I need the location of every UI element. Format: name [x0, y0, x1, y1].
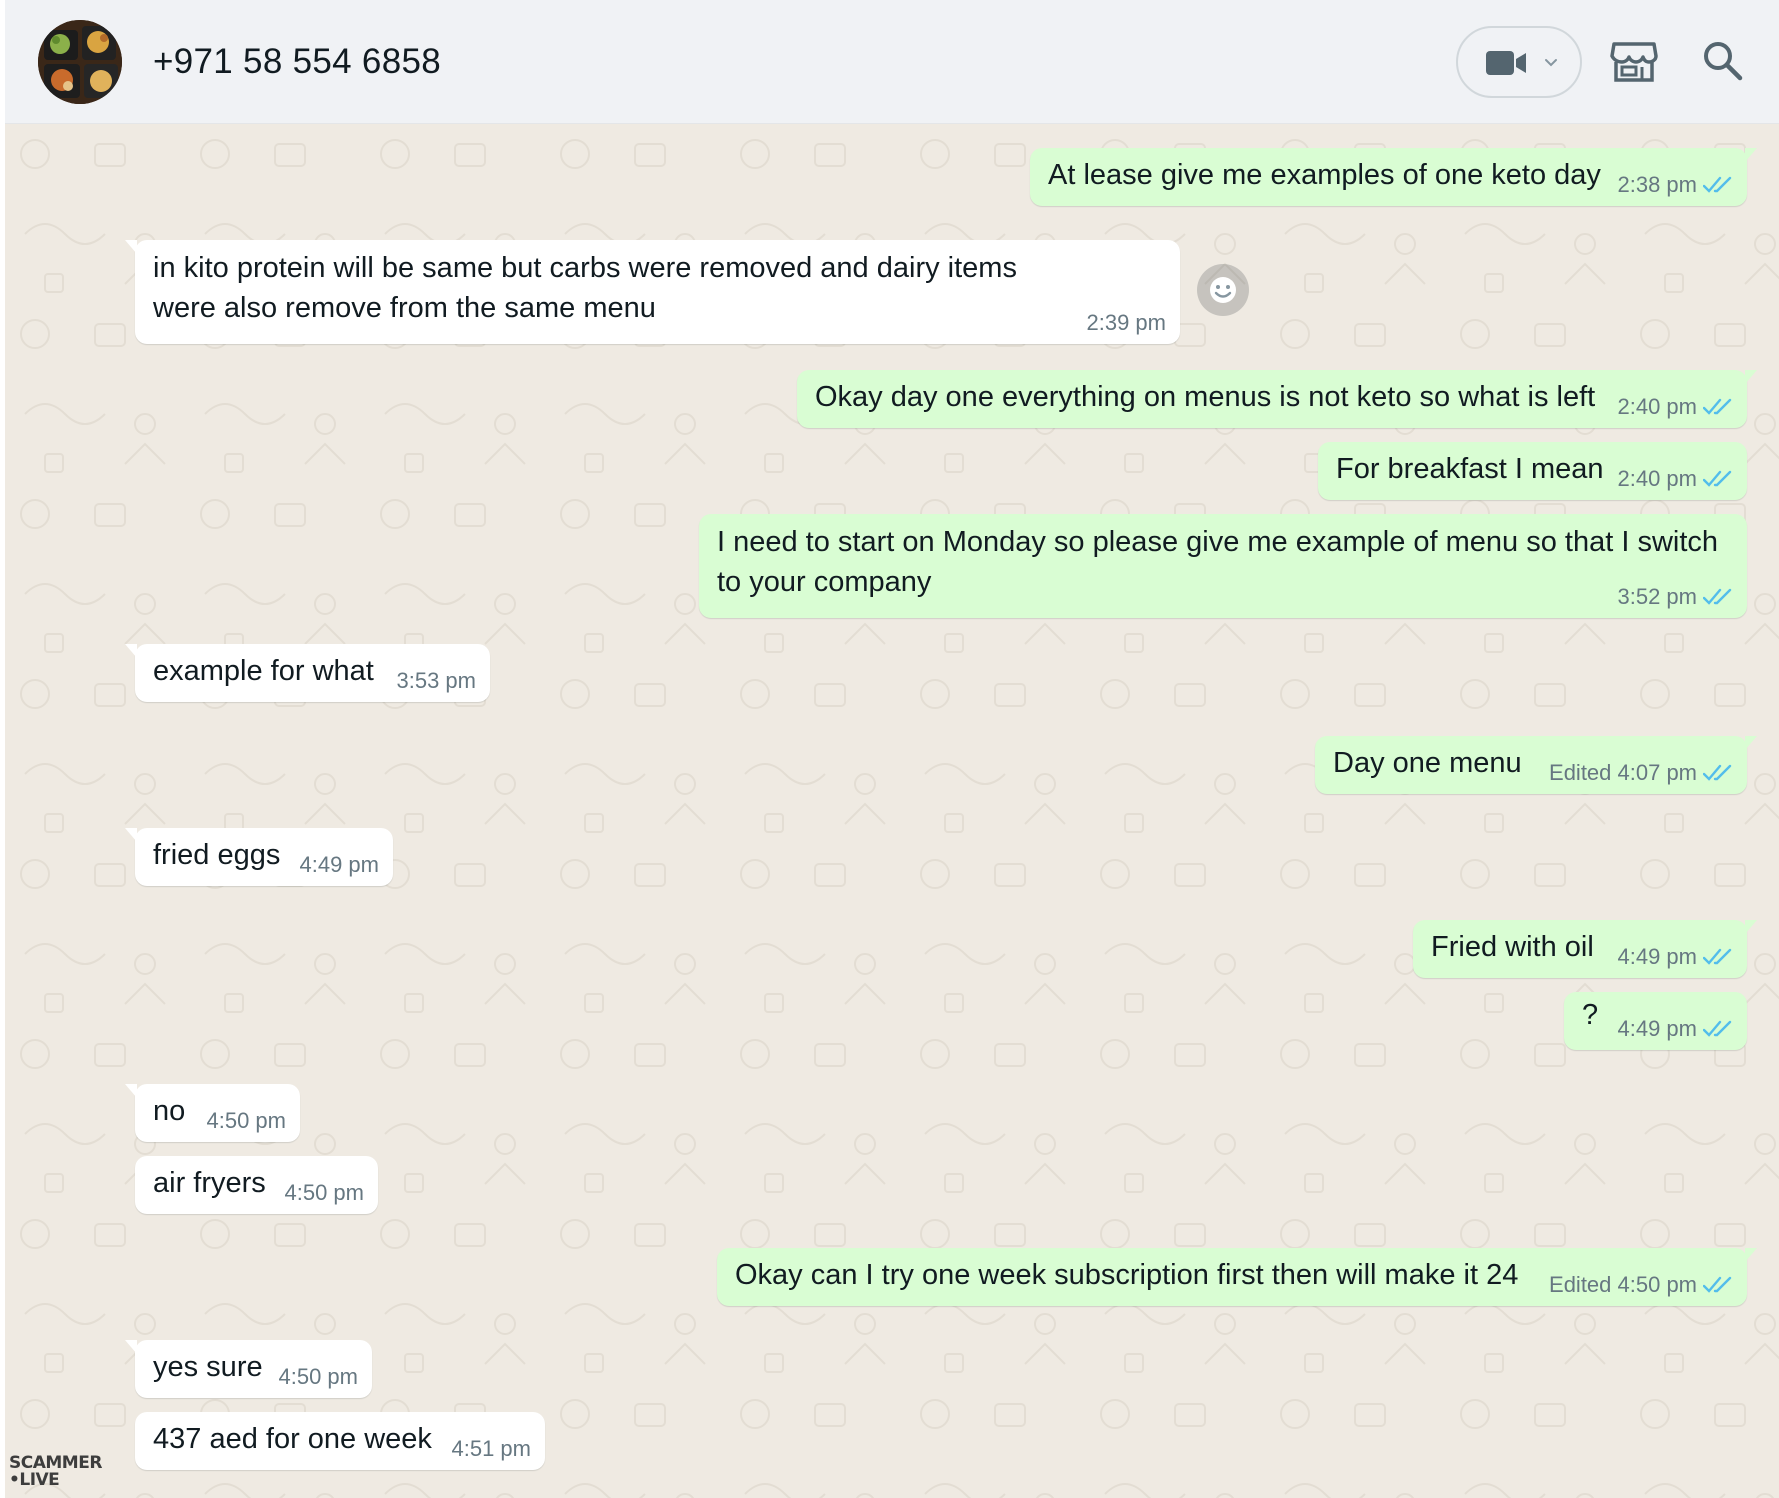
- chat-header: +971 58 554 6858: [5, 0, 1779, 124]
- read-receipt-icon: [1703, 398, 1732, 415]
- message-text: Day one menu: [1333, 747, 1522, 779]
- video-call-icon: [1486, 51, 1526, 75]
- message-time: 2:38 pm: [1617, 172, 1698, 197]
- message-text: ?: [1582, 999, 1599, 1031]
- message-text: yes sure: [153, 1351, 263, 1383]
- message-text: Okay can I try one week subscription fir…: [735, 1259, 1519, 1291]
- message-time: 2:40 pm: [1617, 466, 1698, 491]
- message-text: At lease give me examples of one keto da…: [1048, 159, 1601, 191]
- bubble-tail: [1745, 370, 1757, 384]
- message-time: 4:50 pm: [284, 1180, 365, 1205]
- message-outgoing[interactable]: For breakfast I mean 2:40 pm: [1318, 442, 1747, 500]
- message-outgoing[interactable]: ? 4:49 pm: [1564, 992, 1747, 1050]
- message-list[interactable]: At lease give me examples of one keto da…: [5, 124, 1779, 1498]
- message-text: fried eggs: [153, 839, 281, 871]
- message-time: 4:49 pm: [1617, 944, 1698, 969]
- message-outgoing[interactable]: Fried with oil 4:49 pm: [1413, 920, 1757, 978]
- message-text: no: [153, 1095, 186, 1127]
- message-meta: 2:40 pm: [1618, 394, 1734, 420]
- message-text: Okay day one everything on menus is not …: [815, 381, 1596, 413]
- read-receipt-icon: [1703, 176, 1732, 193]
- message-time: Edited 4:50 pm: [1549, 1272, 1697, 1297]
- message-outgoing[interactable]: Day one menu Edited 4:07 pm: [1315, 736, 1757, 794]
- message-text: I need to start on Monday so please give…: [717, 526, 1719, 598]
- message-meta: 3:53 pm: [397, 668, 477, 694]
- bubble-tail: [1745, 736, 1757, 750]
- message-meta: Edited 4:50 pm: [1549, 1272, 1733, 1298]
- message-text: 437 aed for one week: [153, 1423, 432, 1455]
- business-catalog-icon[interactable]: [1610, 40, 1658, 82]
- whatsapp-chat-window: +971 58 554 6858 At lease give me exampl…: [0, 0, 1779, 1498]
- read-receipt-icon: [1703, 1276, 1732, 1293]
- read-receipt-icon: [1703, 948, 1732, 965]
- message-meta: 4:49 pm: [1618, 944, 1734, 970]
- search-icon[interactable]: [1702, 40, 1744, 82]
- read-receipt-icon: [1703, 764, 1732, 781]
- bubble-tail: [125, 644, 137, 658]
- bubble-tail: [125, 1340, 137, 1354]
- message-incoming[interactable]: 437 aed for one week 4:51 pm: [135, 1412, 545, 1470]
- message-text: example for what: [153, 655, 374, 687]
- message-time: 2:39 pm: [1086, 310, 1167, 335]
- message-time: 4:51 pm: [451, 1436, 532, 1461]
- watermark: SCAMMER •LIVE: [9, 1455, 102, 1489]
- message-meta: 4:49 pm: [1618, 1016, 1734, 1042]
- message-outgoing[interactable]: Okay can I try one week subscription fir…: [717, 1248, 1757, 1306]
- contact-name[interactable]: +971 58 554 6858: [153, 42, 441, 82]
- message-incoming[interactable]: yes sure 4:50 pm: [125, 1340, 372, 1398]
- message-time: 4:50 pm: [278, 1364, 359, 1389]
- react-emoji-button[interactable]: [1197, 264, 1249, 316]
- message-outgoing[interactable]: I need to start on Monday so please give…: [699, 514, 1747, 618]
- read-receipt-icon: [1703, 588, 1732, 605]
- bubble-tail: [125, 240, 137, 254]
- message-meta: 4:50 pm: [279, 1364, 359, 1390]
- avatar[interactable]: [38, 20, 122, 104]
- message-time: 3:52 pm: [1617, 584, 1698, 609]
- smiley-icon: [1210, 277, 1236, 303]
- read-receipt-icon: [1703, 470, 1732, 487]
- message-text: Fried with oil: [1431, 931, 1594, 963]
- bubble-tail: [1745, 920, 1757, 934]
- message-incoming[interactable]: no 4:50 pm: [125, 1084, 300, 1142]
- message-time: Edited 4:07 pm: [1549, 760, 1697, 785]
- message-meta: 2:38 pm: [1618, 172, 1734, 198]
- video-call-button[interactable]: [1456, 26, 1582, 98]
- message-time: 3:53 pm: [396, 668, 477, 693]
- message-text: For breakfast I mean: [1336, 453, 1604, 485]
- read-receipt-icon: [1703, 1020, 1732, 1037]
- message-meta: Edited 4:07 pm: [1549, 760, 1733, 786]
- message-meta: 3:52 pm: [1618, 584, 1734, 610]
- message-incoming[interactable]: example for what 3:53 pm: [125, 644, 490, 702]
- bubble-tail: [1745, 148, 1757, 162]
- message-meta: 4:50 pm: [207, 1108, 287, 1134]
- message-time: 4:50 pm: [206, 1108, 287, 1133]
- message-meta: 4:50 pm: [285, 1180, 365, 1206]
- message-time: 2:40 pm: [1617, 394, 1698, 419]
- bubble-tail: [1745, 1248, 1757, 1262]
- message-meta: 2:40 pm: [1618, 466, 1734, 492]
- message-outgoing[interactable]: Okay day one everything on menus is not …: [797, 370, 1757, 428]
- message-outgoing[interactable]: At lease give me examples of one keto da…: [1030, 148, 1757, 206]
- bubble-tail: [125, 1084, 137, 1098]
- message-incoming[interactable]: in kito protein will be same but carbs w…: [125, 240, 1180, 344]
- message-time: 4:49 pm: [1617, 1016, 1698, 1041]
- message-meta: 4:49 pm: [300, 852, 380, 878]
- message-text: in kito protein will be same but carbs w…: [153, 252, 1017, 324]
- message-meta: 2:39 pm: [1087, 310, 1167, 336]
- message-text: air fryers: [153, 1167, 266, 1199]
- watermark-line2: •LIVE: [9, 1470, 60, 1490]
- bubble-tail: [125, 828, 137, 842]
- chevron-down-icon: [1545, 59, 1557, 67]
- message-incoming[interactable]: fried eggs 4:49 pm: [125, 828, 393, 886]
- message-meta: 4:51 pm: [452, 1436, 532, 1462]
- message-time: 4:49 pm: [299, 852, 380, 877]
- message-incoming[interactable]: air fryers 4:50 pm: [135, 1156, 378, 1214]
